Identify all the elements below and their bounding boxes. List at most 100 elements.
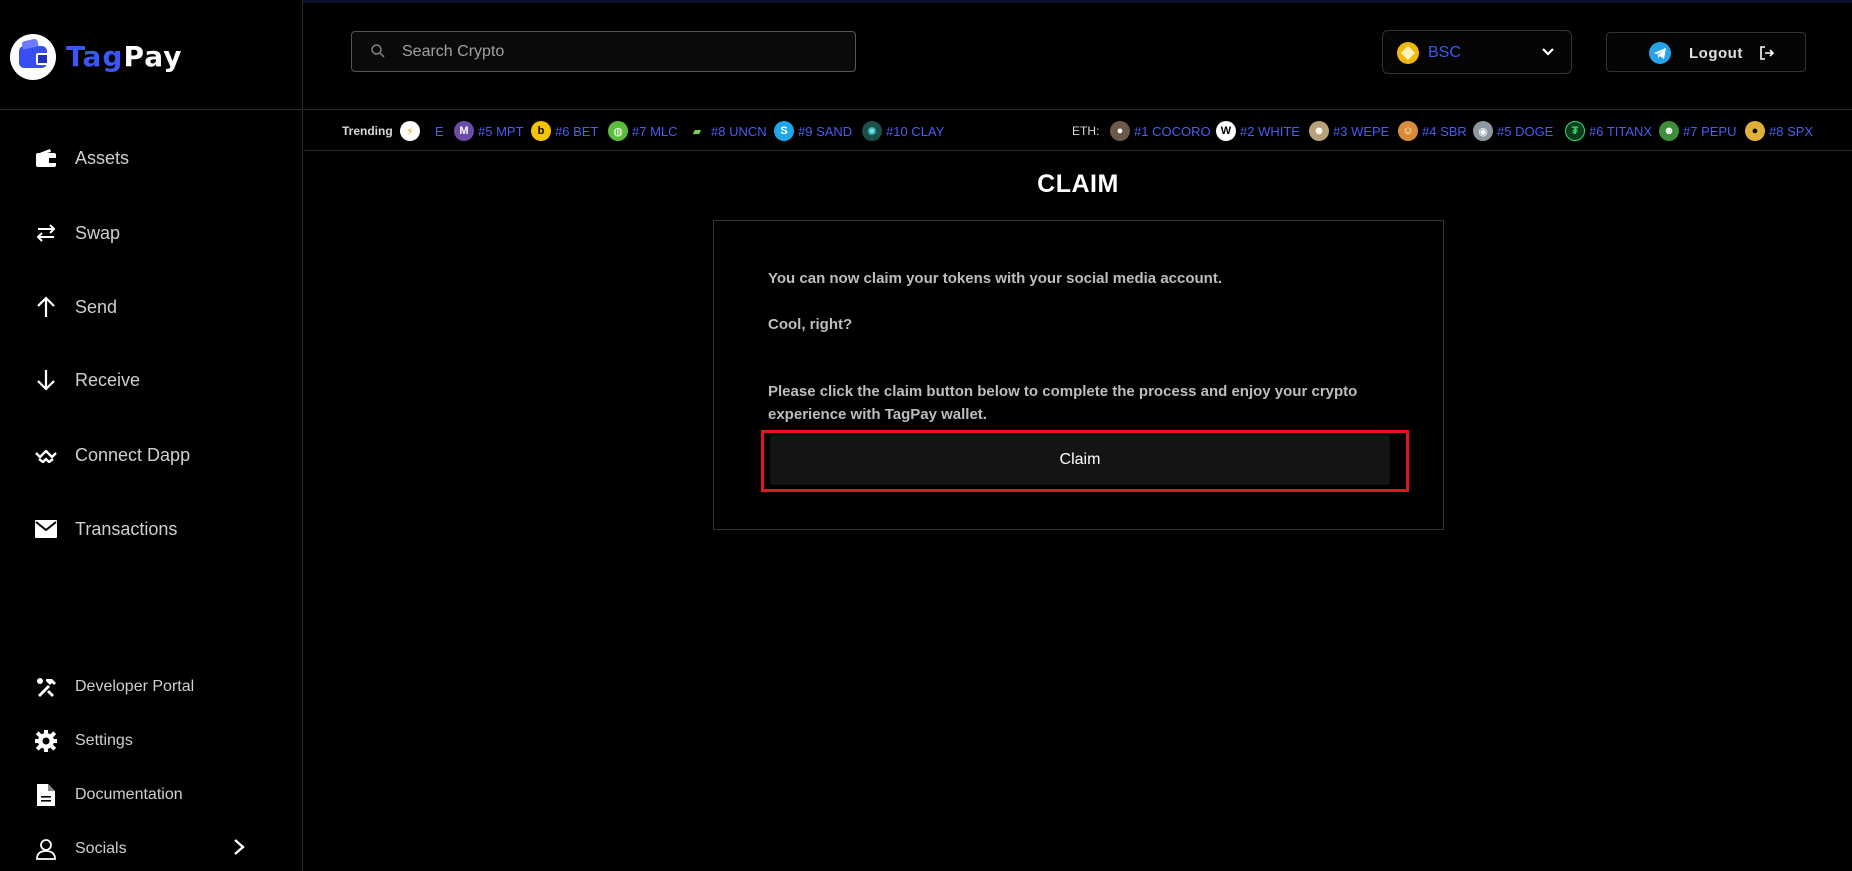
claim-message-line: Please click the claim button below to c…	[768, 383, 1358, 400]
eth-item-label: #4 SBR	[1422, 123, 1467, 139]
lightning-coin-icon: ⚡	[400, 121, 420, 141]
search-box[interactable]	[351, 31, 856, 72]
eth-trending-item[interactable]: ₮ #6 TITANX	[1565, 111, 1652, 151]
sidebar-item-label: Assets	[75, 147, 130, 168]
sidebar-item-label: Settings	[75, 732, 133, 749]
gear-icon	[34, 729, 58, 753]
eth-item-label: #5 DOGE	[1497, 123, 1554, 139]
wallet-icon	[34, 146, 58, 170]
trending-item[interactable]: b #6 BET	[531, 111, 598, 151]
eth-item-label: #3 WEPE	[1333, 123, 1390, 139]
sidebar-item-label: Receive	[75, 369, 141, 390]
sidebar-item-receive[interactable]: Receive	[0, 358, 303, 402]
document-icon	[34, 783, 58, 807]
chevron-right-icon[interactable]	[232, 836, 246, 862]
top-header: BSC Logout	[304, 0, 1852, 110]
brand-name[interactable]: TagPay	[66, 40, 183, 73]
sidebar-item-label: Connect Dapp	[75, 444, 191, 465]
trending-label: Trending	[342, 124, 393, 138]
tagpay-logo-icon[interactable]	[10, 34, 56, 80]
trending-item-label: #9 SAND	[798, 123, 853, 139]
wepe-coin-icon: ☻	[1309, 121, 1329, 141]
claim-message-line: You can now claim your tokens with your …	[768, 270, 1222, 287]
tools-icon	[34, 675, 58, 699]
white-coin-icon: W	[1216, 121, 1236, 141]
eth-item-label: #6 TITANX	[1589, 123, 1653, 139]
sidebar-item-developer-portal[interactable]: Developer Portal	[0, 665, 303, 709]
network-selector[interactable]: BSC	[1382, 30, 1572, 74]
chevron-down-icon	[1541, 45, 1555, 59]
sidebar-item-label: Send	[75, 296, 118, 317]
clay-coin-icon: ✺	[862, 121, 882, 141]
network-label: BSC	[1428, 44, 1461, 61]
arrow-down-icon	[34, 368, 58, 392]
trending-item-label: #6 BET	[555, 123, 599, 139]
eth-trending-item[interactable]: ☻ #7 PEPU	[1659, 111, 1736, 151]
logout-label: Logout	[1689, 45, 1743, 62]
claim-message-line: experience with TagPay wallet.	[768, 406, 987, 423]
sidebar-item-label: Transactions	[75, 518, 178, 539]
sidebar-item-label: Swap	[75, 222, 121, 243]
pepu-coin-icon: ☻	[1659, 121, 1679, 141]
sidebar: TagPay Assets Swap Send Receive Connect …	[0, 0, 303, 871]
sidebar-item-settings[interactable]: Settings	[0, 719, 303, 763]
search-input[interactable]	[402, 32, 842, 71]
bsc-coin-icon	[1397, 42, 1419, 64]
brand-name-tag: Tag	[66, 40, 124, 73]
swap-arrows-icon	[34, 221, 58, 245]
logout-icon	[1759, 45, 1775, 61]
uncn-coin-icon: ▰	[692, 125, 702, 138]
sidebar-item-swap[interactable]: Swap	[0, 211, 303, 255]
sbr-coin-icon: ☺	[1398, 121, 1418, 141]
trending-item-label: #10 CLAY	[886, 123, 945, 139]
trending-item[interactable]: S #9 SAND	[774, 111, 852, 151]
trending-item[interactable]: M #5 MPT	[454, 111, 524, 151]
brand-name-pay: Pay	[123, 40, 183, 73]
trending-item[interactable]: E	[435, 111, 444, 151]
trending-item[interactable]: ▰ #8 UNCN	[687, 111, 767, 151]
sidebar-item-connect-dapp[interactable]: Connect Dapp	[0, 433, 303, 477]
eth-trending-item[interactable]: ◉ #5 DOGE	[1473, 111, 1553, 151]
spx-coin-icon: ●	[1745, 121, 1765, 141]
eth-item-label: #8 SPX	[1769, 123, 1814, 139]
brand-header: TagPay	[0, 0, 303, 110]
eth-trending-item[interactable]: W #2 WHITE	[1216, 111, 1300, 151]
trending-item-label: #5 MPT	[478, 123, 524, 139]
sidebar-item-label: Documentation	[75, 786, 183, 803]
arrow-up-icon	[34, 295, 58, 319]
page-title: CLAIM	[1037, 170, 1119, 198]
search-icon	[370, 43, 386, 59]
trending-item-label: #7 MLC	[632, 123, 678, 139]
trending-ticker: Trending ⚡ E M #5 MPT b #6 BET ◍ #7 MLC …	[304, 111, 1852, 151]
bet-coin-icon: b	[531, 121, 551, 141]
claim-button[interactable]: Claim	[770, 435, 1390, 485]
sidebar-item-assets[interactable]: Assets	[0, 136, 303, 180]
telegram-icon	[1649, 42, 1671, 64]
eth-trending-item[interactable]: ● #8 SPX	[1745, 111, 1813, 151]
sidebar-item-send[interactable]: Send	[0, 285, 303, 329]
trending-item[interactable]: ◍ #7 MLC	[608, 111, 678, 151]
titanx-coin-icon: ₮	[1565, 121, 1585, 141]
sidebar-item-documentation[interactable]: Documentation	[0, 773, 303, 817]
eth-item-label: #1 COCORO	[1134, 123, 1211, 139]
sidebar-item-label: Socials	[75, 840, 127, 857]
trending-item-label: #8 UNCN	[711, 123, 767, 139]
walletconnect-icon	[34, 443, 58, 467]
envelope-icon	[34, 517, 58, 541]
sand-coin-icon: S	[774, 121, 794, 141]
user-icon	[34, 837, 58, 861]
eth-label: ETH:	[1072, 124, 1100, 138]
claim-message-line: Cool, right?	[768, 316, 853, 333]
cocoro-coin-icon: ●	[1110, 121, 1130, 141]
eth-trending-item[interactable]: ☺ #4 SBR	[1398, 111, 1467, 151]
logout-button[interactable]: Logout	[1606, 32, 1806, 72]
mpt-coin-icon: M	[454, 121, 474, 141]
sidebar-item-label: Developer Portal	[75, 678, 195, 695]
eth-item-label: #2 WHITE	[1240, 123, 1300, 139]
eth-trending-item[interactable]: ☻ #3 WEPE	[1309, 111, 1389, 151]
eth-trending-item[interactable]: ● #1 COCORO	[1110, 111, 1211, 151]
sidebar-item-socials[interactable]: Socials	[0, 827, 303, 871]
sidebar-item-transactions[interactable]: Transactions	[0, 507, 303, 551]
trending-item[interactable]: ✺ #10 CLAY	[862, 111, 944, 151]
trending-item[interactable]: ⚡	[400, 111, 424, 151]
